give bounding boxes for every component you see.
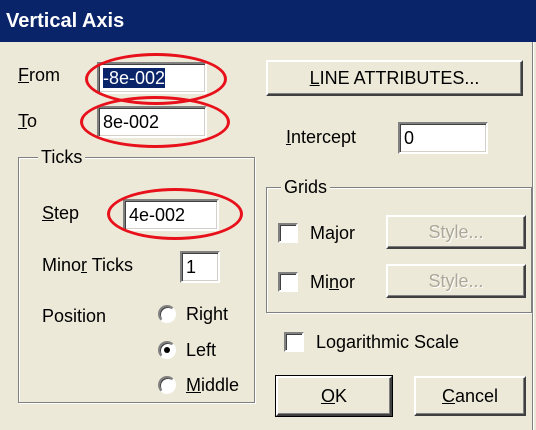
- from-label: From: [18, 65, 60, 85]
- dialog-right-edge-highlight: [533, 42, 534, 430]
- major-grid-label: Major: [310, 223, 356, 243]
- minor-grid-label: Minor: [310, 272, 356, 292]
- major-grid-checkbox[interactable]: [278, 223, 298, 243]
- line-attributes-button[interactable]: LINE ATTRIBUTES...: [266, 60, 523, 96]
- position-left-label: Left: [186, 340, 217, 360]
- minor-ticks-field[interactable]: 1: [180, 251, 220, 283]
- title-bar[interactable]: Vertical Axis: [0, 0, 536, 42]
- position-middle-radio[interactable]: [158, 376, 176, 394]
- position-right-radio[interactable]: [158, 305, 176, 323]
- log-scale-label: Logarithmic Scale: [316, 332, 460, 352]
- position-middle-label: Middle: [186, 375, 240, 395]
- position-label: Position: [42, 306, 107, 326]
- cancel-button[interactable]: Cancel: [414, 376, 526, 416]
- ok-button[interactable]: OK: [275, 375, 393, 417]
- step-field[interactable]: 4e-002: [123, 199, 219, 231]
- ticks-group-title: Ticks: [38, 147, 86, 167]
- from-field[interactable]: -8e-002: [97, 62, 207, 94]
- major-style-button[interactable]: Style...: [386, 215, 526, 249]
- to-label: To: [18, 111, 38, 131]
- vertical-axis-dialog: Vertical Axis From -8e-002 To 8e-002 Tic…: [0, 0, 536, 430]
- intercept-label: Intercept: [286, 127, 357, 147]
- minor-grid-checkbox[interactable]: [278, 272, 298, 292]
- minor-style-button[interactable]: Style...: [386, 264, 526, 298]
- grids-group-title: Grids: [281, 177, 331, 197]
- position-right-label: Right: [186, 304, 229, 324]
- position-left-radio[interactable]: [158, 341, 176, 359]
- minor-ticks-label: Minor Ticks: [42, 255, 134, 275]
- intercept-field[interactable]: 0: [398, 122, 488, 154]
- window-title: Vertical Axis: [6, 10, 125, 32]
- to-field[interactable]: 8e-002: [97, 106, 207, 138]
- log-scale-checkbox[interactable]: [284, 332, 304, 352]
- step-label: Step: [42, 203, 80, 223]
